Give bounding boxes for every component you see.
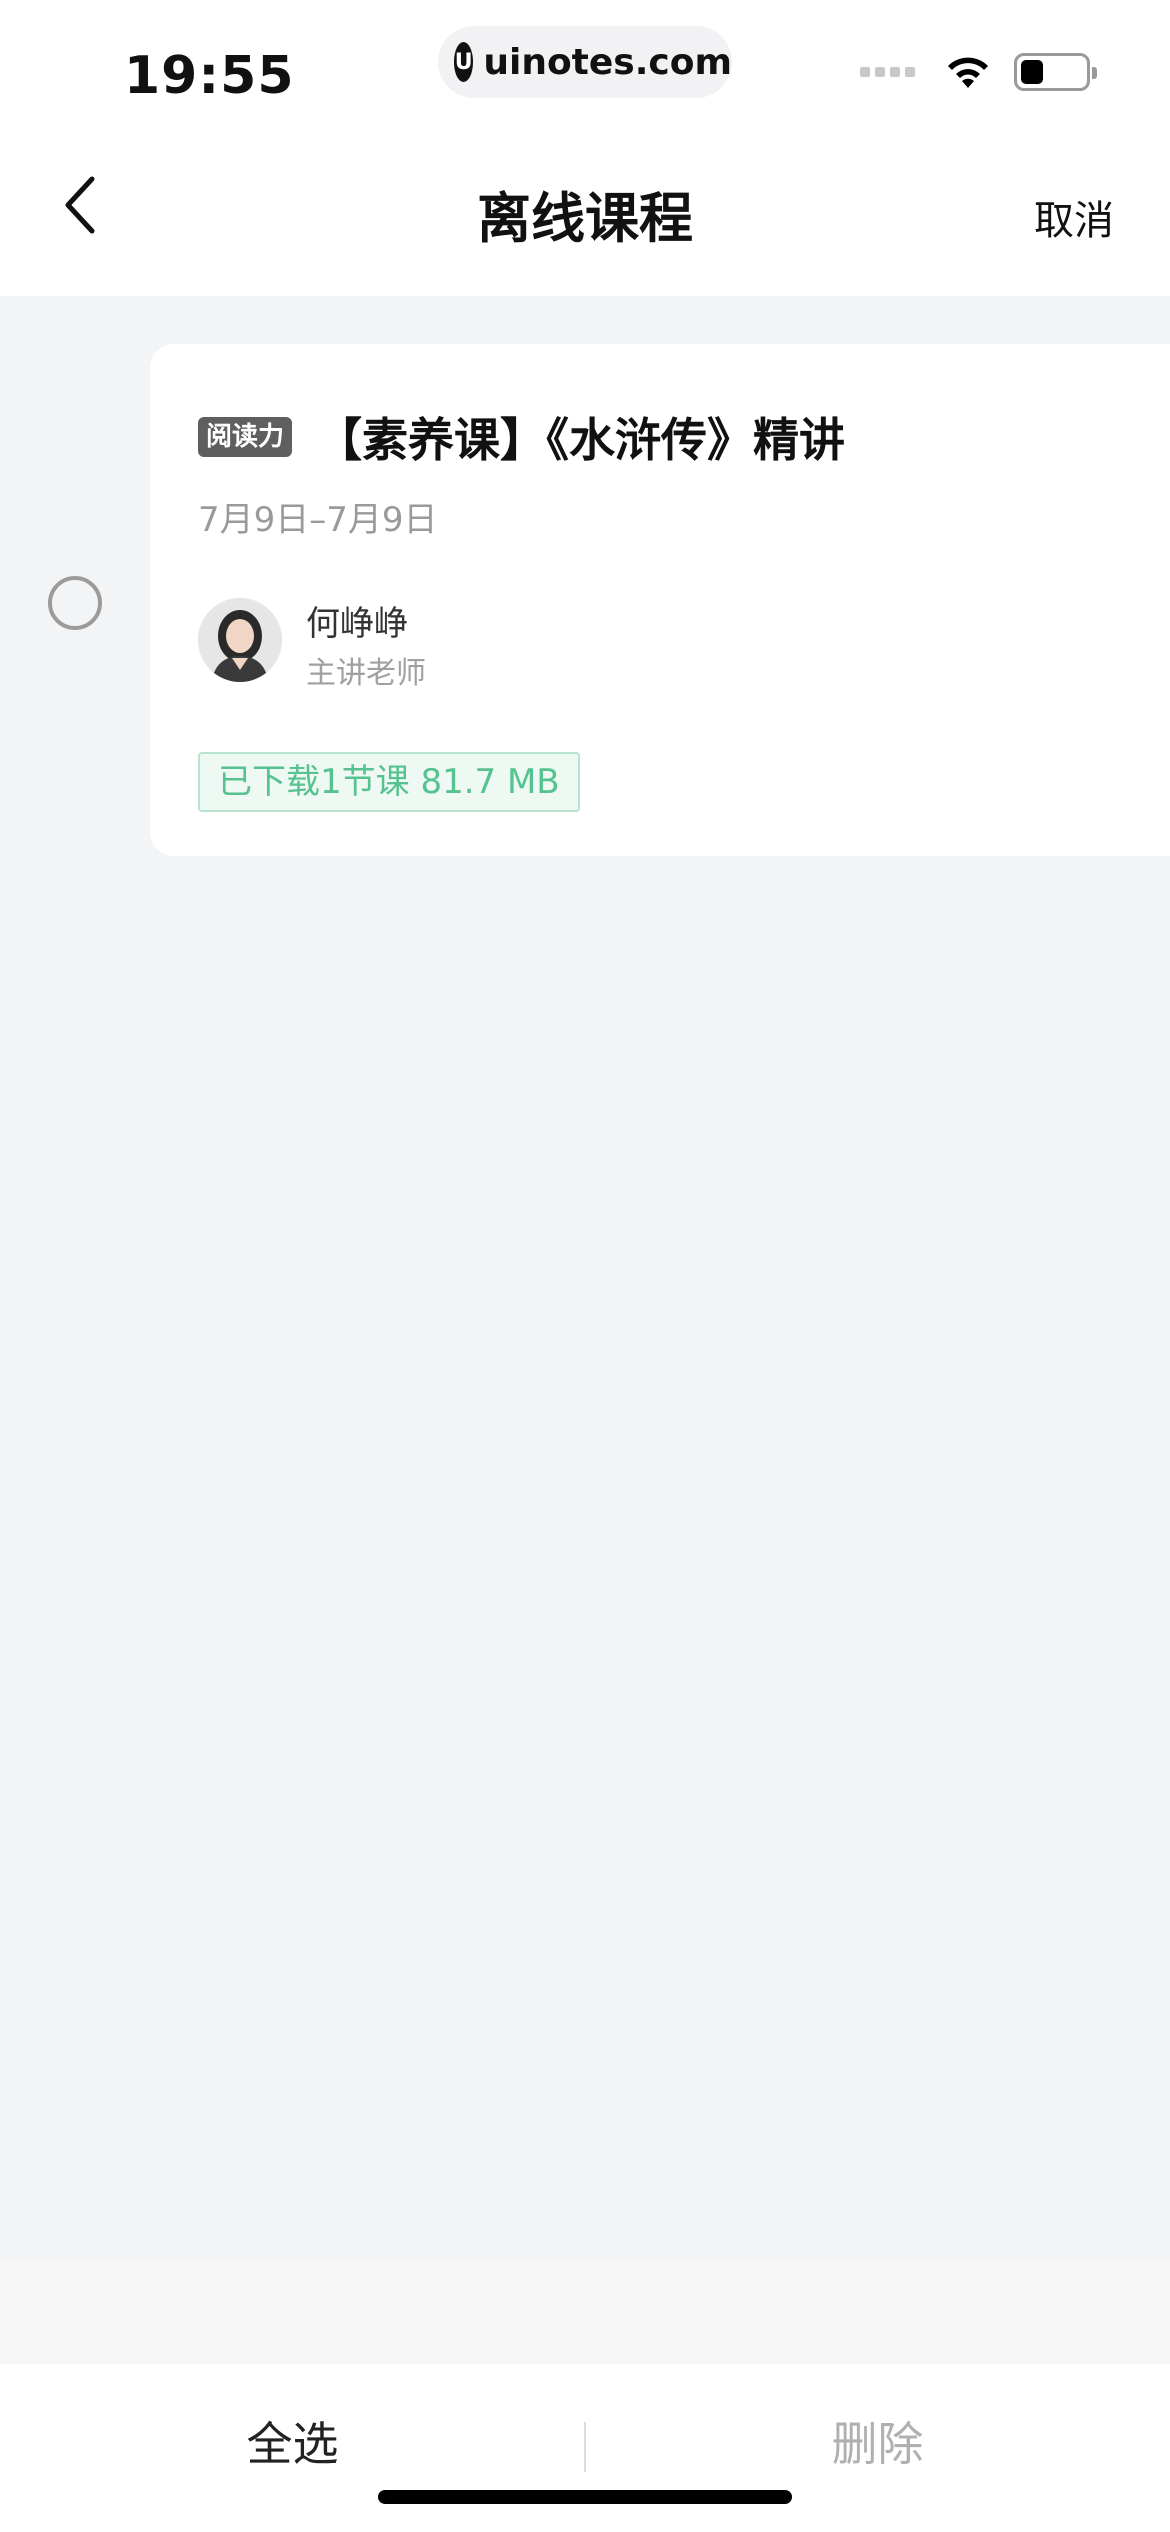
site-logo-icon: U xyxy=(454,42,474,82)
cellular-signal-icon xyxy=(860,67,920,77)
screen: 19:55 U uinotes.com 离线课程 取消 阅读力 【素养课】《水浒… xyxy=(0,0,1170,2532)
cancel-button[interactable]: 取消 xyxy=(1034,188,1114,246)
course-list: 阅读力 【素养课】《水浒传》精讲 7月9日–7月9日 何峥峥 主讲老师 已下载1… xyxy=(0,296,1170,2260)
site-logo-letter: U xyxy=(454,49,473,75)
wifi-icon xyxy=(948,57,988,88)
status-time: 19:55 xyxy=(124,46,295,106)
course-title-row: 阅读力 【素养课】《水浒传》精讲 xyxy=(198,404,845,470)
course-select-radio[interactable] xyxy=(48,576,102,630)
page-title: 离线课程 xyxy=(477,187,693,250)
course-card[interactable]: 阅读力 【素养课】《水浒传》精讲 7月9日–7月9日 何峥峥 主讲老师 已下载1… xyxy=(150,344,1170,856)
course-title: 【素养课】《水浒传》精讲 xyxy=(316,413,846,467)
bottom-spacer xyxy=(0,2260,1170,2364)
category-tag: 阅读力 xyxy=(198,417,293,457)
teacher-name: 何峥峥 xyxy=(306,604,408,644)
course-date-range: 7月9日–7月9日 xyxy=(198,500,438,540)
home-indicator xyxy=(378,2490,792,2504)
url-text: uinotes.com xyxy=(483,41,732,83)
teacher-avatar xyxy=(198,598,282,682)
bottom-action-bar: 全选 删除 xyxy=(0,2364,1170,2532)
teacher-role: 主讲老师 xyxy=(306,656,426,691)
download-status-badge: 已下载1节课 81.7 MB xyxy=(198,752,580,812)
delete-button[interactable]: 删除 xyxy=(585,2408,1170,2474)
battery-icon xyxy=(1014,53,1097,91)
select-all-button[interactable]: 全选 xyxy=(0,2408,585,2474)
url-pill[interactable]: U uinotes.com xyxy=(438,26,732,98)
nav-bar: 离线课程 取消 xyxy=(0,140,1170,296)
status-icons xyxy=(860,52,1097,92)
teacher-avatar-image xyxy=(198,598,282,682)
status-bar: 19:55 U uinotes.com xyxy=(0,0,1170,140)
